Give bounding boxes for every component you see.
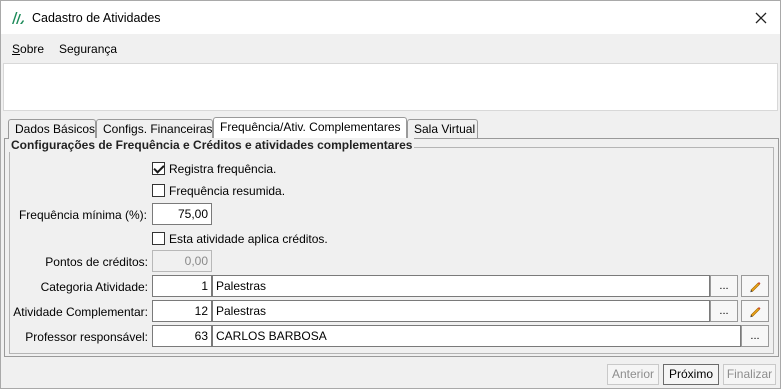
categoria-edit-button[interactable] (741, 275, 769, 297)
frequencia-minima-input[interactable]: 75,00 (152, 203, 212, 225)
complementar-lookup-button[interactable]: ... (710, 300, 738, 322)
professor-code-input[interactable]: 63 (152, 325, 212, 347)
aplica-creditos-label: Esta atividade aplica créditos. (169, 232, 328, 246)
tab-dados-basicos[interactable]: Dados Básicos (8, 119, 96, 138)
pontos-creditos-input[interactable]: 0,00 (152, 250, 212, 272)
professor-responsavel-label: Professor responsável: (25, 330, 148, 344)
aplica-creditos-checkbox[interactable] (152, 232, 165, 245)
tab-configs-financeiras[interactable]: Configs. Financeiras (96, 119, 213, 138)
complementar-name-field[interactable]: Palestras (212, 300, 710, 322)
categoria-lookup-button[interactable]: ... (710, 275, 738, 297)
menu-sobre-rest: obre (20, 42, 45, 56)
registra-frequencia-checkbox[interactable] (152, 162, 165, 175)
header-banner (3, 63, 778, 111)
frequencia-resumida-checkbox[interactable] (152, 184, 165, 197)
menu-sobre-mnemonic: S (12, 42, 21, 56)
proximo-button[interactable]: Próximo (663, 364, 719, 385)
frequencia-minima-label: Frequência mínima (%): (18, 208, 147, 222)
pencil-icon (750, 307, 761, 318)
close-button[interactable] (748, 5, 774, 31)
complementar-code-input[interactable]: 12 (152, 300, 212, 322)
categoria-name-field[interactable]: Palestras (212, 275, 710, 297)
complementar-edit-button[interactable] (741, 300, 769, 322)
menu-seguranca[interactable]: Segurança (59, 42, 117, 56)
anterior-button[interactable]: Anterior (607, 364, 659, 385)
pontos-creditos-label: Pontos de créditos: (45, 255, 148, 269)
professor-name-field[interactable]: CARLOS BARBOSA (212, 325, 741, 347)
categoria-code-input[interactable]: 1 (152, 275, 212, 297)
group-title: Configurações de Frequência e Créditos e… (9, 138, 415, 152)
categoria-atividade-label: Categoria Atividade: (40, 280, 148, 294)
atividade-complementar-label: Atividade Complementar: (13, 305, 148, 319)
tab-sala-virtual[interactable]: Sala Virtual (407, 119, 478, 138)
app-window: Cadastro de Atividades Sobre Segurança D… (0, 0, 781, 389)
finalizar-button[interactable]: Finalizar (723, 364, 776, 385)
app-logo-icon (12, 12, 24, 24)
window-title: Cadastro de Atividades (32, 11, 161, 25)
config-groupbox (9, 147, 774, 354)
close-icon (755, 12, 767, 24)
registra-frequencia-label: Registra frequência. (169, 162, 277, 176)
menu-sobre[interactable]: Sobre (12, 42, 44, 56)
pencil-icon (750, 282, 761, 293)
professor-lookup-button[interactable]: ... (741, 325, 769, 347)
title-bar: Cadastro de Atividades (1, 1, 780, 34)
tab-frequencia-ativ-complementares[interactable]: Frequência/Ativ. Complementares (213, 117, 407, 139)
menu-bar: Sobre Segurança (1, 37, 780, 61)
frequencia-resumida-label: Frequência resumida. (169, 184, 286, 198)
